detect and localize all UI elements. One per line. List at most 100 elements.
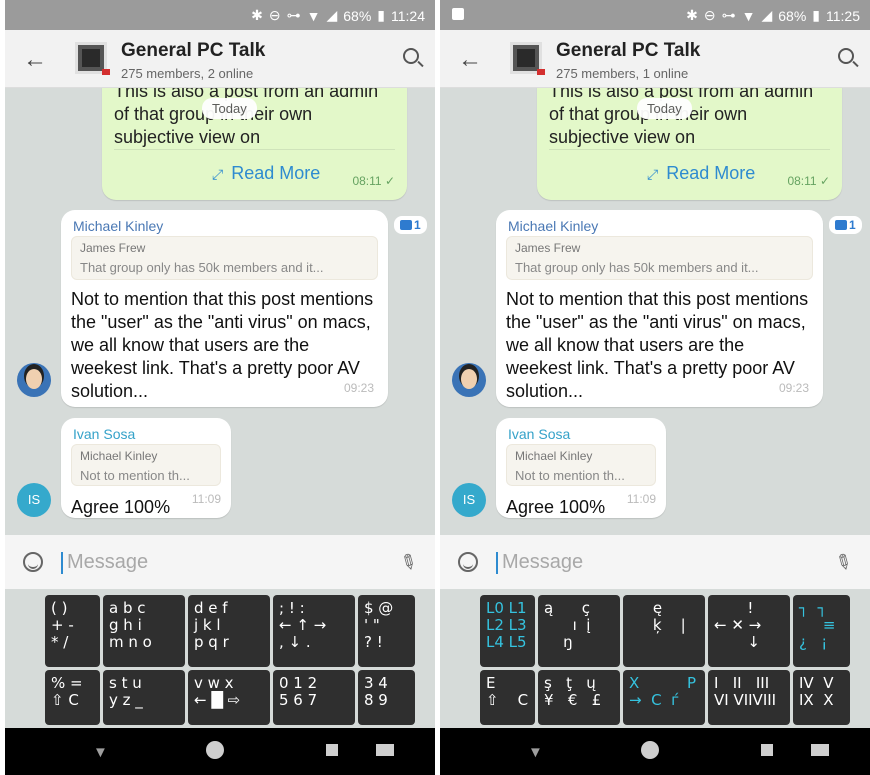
back-triangle-icon[interactable]: ▼: [528, 744, 543, 761]
quote-author: James Frew: [515, 241, 581, 255]
vpn-key-icon: ⊶: [286, 7, 301, 23]
message-input[interactable]: Message: [67, 551, 148, 574]
quote-author: Michael Kinley: [515, 449, 593, 463]
keyboard-switch-icon[interactable]: [811, 744, 829, 756]
thumbs-up-icon: [400, 220, 412, 230]
keyboard-switch-icon[interactable]: [376, 744, 394, 756]
keyboard-key[interactable]: % = ⇧ C: [45, 670, 100, 725]
attach-icon[interactable]: ✎: [395, 547, 422, 577]
checkmark-icon: ✓: [384, 174, 395, 188]
keyboard-key[interactable]: ; ! : ← ↑ → , ↓ .: [273, 595, 355, 667]
back-triangle-icon[interactable]: ▼: [93, 744, 108, 761]
keyboard-key[interactable]: ! ← ✕ → ↓: [708, 595, 790, 667]
quote-text: Not to mention th...: [515, 468, 625, 483]
signal-icon: ◢: [761, 7, 773, 23]
sender-name[interactable]: Ivan Sosa: [73, 426, 135, 442]
keyboard-key[interactable]: ┐ ┐ ≡ ¿ ¡: [793, 595, 850, 667]
quote-text: Not to mention th...: [80, 468, 190, 483]
quote-author: James Frew: [80, 241, 146, 255]
message-bubble[interactable]: Michael Kinley James Frew That group onl…: [61, 210, 388, 407]
keyboard-key[interactable]: ş ţ ų ¥ € £: [538, 670, 620, 725]
keyboard-key[interactable]: ( ) + - * /: [45, 595, 100, 667]
keyboard-key[interactable]: L0 L1 L2 L3 L4 L5: [480, 595, 535, 667]
group-title[interactable]: General PC Talk: [121, 40, 265, 62]
like-reaction[interactable]: 1: [829, 216, 862, 234]
read-more-link[interactable]: ⤢ Read More: [647, 163, 755, 184]
message-line: subjective view on: [114, 127, 261, 147]
message-bubble[interactable]: Ivan Sosa Michael Kinley Not to mention …: [496, 418, 666, 518]
battery-icon: ▮: [377, 7, 385, 23]
avatar[interactable]: [452, 363, 486, 397]
keyboard-key[interactable]: I II III VI VIIVIII: [708, 670, 790, 725]
keyboard-key[interactable]: IV V IX X: [793, 670, 850, 725]
sender-name[interactable]: Michael Kinley: [73, 218, 163, 234]
composer: Message ✎: [5, 535, 435, 589]
back-arrow-icon[interactable]: ←: [458, 46, 482, 74]
like-reaction[interactable]: 1: [394, 216, 427, 234]
quote-text: That group only has 50k members and it..…: [80, 260, 324, 275]
message-bubble[interactable]: Michael Kinley James Frew That group onl…: [496, 210, 823, 407]
bluetooth-icon: ✱: [251, 7, 263, 23]
home-icon[interactable]: [641, 741, 659, 759]
message-list[interactable]: This is also a post from an admin of tha…: [5, 88, 435, 535]
keyboard-key[interactable]: E ⇧ C: [480, 670, 535, 725]
emoji-icon[interactable]: [458, 552, 478, 572]
quote-author: Michael Kinley: [80, 449, 158, 463]
attach-icon[interactable]: ✎: [830, 547, 857, 577]
status-bar: ✱ ⊖ ⊶ ▼ ◢ 68% ▮ 11:24: [5, 0, 435, 30]
date-chip: Today: [637, 98, 692, 119]
message-list[interactable]: This is also a post from an admin of tha…: [440, 88, 870, 535]
search-icon[interactable]: [403, 48, 419, 64]
avatar[interactable]: [17, 363, 51, 397]
message-time: 09:23: [778, 381, 809, 395]
back-arrow-icon[interactable]: ←: [23, 46, 47, 74]
home-icon[interactable]: [206, 741, 224, 759]
dnd-icon: ⊖: [703, 7, 716, 23]
keyboard: ( ) + - * / a b c g h i m n o d e f j k …: [5, 589, 435, 728]
group-title[interactable]: General PC Talk: [556, 40, 700, 62]
battery-percent: 68%: [778, 7, 807, 24]
keyboard-key[interactable]: $ @ ' " ? !: [358, 595, 415, 667]
reply-quote[interactable]: James Frew That group only has 50k membe…: [506, 236, 813, 280]
keyboard-key[interactable]: v w x ← █ ⇨: [188, 670, 270, 725]
composer: Message ✎: [440, 535, 870, 589]
group-subtitle: 275 members, 1 online: [556, 66, 689, 81]
message-input[interactable]: Message: [502, 551, 583, 574]
quote-text: That group only has 50k members and it..…: [515, 260, 759, 275]
status-bar: ✱ ⊖ ⊶ ▼ ◢ 68% ▮ 11:25: [440, 0, 870, 30]
reply-quote[interactable]: Michael Kinley Not to mention th...: [71, 444, 221, 486]
reply-quote[interactable]: Michael Kinley Not to mention th...: [506, 444, 656, 486]
group-avatar[interactable]: [510, 42, 545, 75]
message-body: Agree 100%: [71, 497, 171, 517]
keyboard-key[interactable]: d e f j k l p q r: [188, 595, 270, 667]
image-notification-icon: [452, 8, 464, 20]
date-chip: Today: [202, 98, 257, 119]
phone-screen-1: ✱ ⊖ ⊶ ▼ ◢ 68% ▮ 11:24 ← General PC Talk …: [5, 0, 435, 775]
emoji-icon[interactable]: [23, 552, 43, 572]
search-icon[interactable]: [838, 48, 854, 64]
avatar[interactable]: IS: [452, 483, 486, 517]
group-avatar[interactable]: [75, 42, 110, 75]
reply-quote[interactable]: James Frew That group only has 50k membe…: [71, 236, 378, 280]
bluetooth-icon: ✱: [686, 7, 698, 23]
keyboard-key[interactable]: a b c g h i m n o: [103, 595, 185, 667]
recents-icon[interactable]: [326, 744, 338, 756]
text-cursor: [61, 552, 63, 574]
recents-icon[interactable]: [761, 744, 773, 756]
read-more-link[interactable]: ⤢ Read More: [212, 163, 320, 184]
keyboard-key[interactable]: ą ç ı į ŋ: [538, 595, 620, 667]
divider: [114, 149, 395, 150]
message-body: Not to mention that this post mentions t…: [506, 289, 809, 401]
keyboard-key[interactable]: 0 1 2 5 6 7: [273, 670, 355, 725]
sender-name[interactable]: Michael Kinley: [508, 218, 598, 234]
keyboard-key[interactable]: ę ķ |: [623, 595, 705, 667]
message-time: 08:11 ✓: [787, 174, 830, 188]
avatar[interactable]: IS: [17, 483, 51, 517]
keyboard-key[interactable]: X P → C ѓ: [623, 670, 705, 725]
message-time: 08:11 ✓: [352, 174, 395, 188]
message-bubble[interactable]: Ivan Sosa Michael Kinley Not to mention …: [61, 418, 231, 518]
sender-name[interactable]: Ivan Sosa: [508, 426, 570, 442]
keyboard-key[interactable]: 3 4 8 9: [358, 670, 415, 725]
wifi-icon: ▼: [741, 7, 756, 24]
keyboard-key[interactable]: s t u y z _: [103, 670, 185, 725]
